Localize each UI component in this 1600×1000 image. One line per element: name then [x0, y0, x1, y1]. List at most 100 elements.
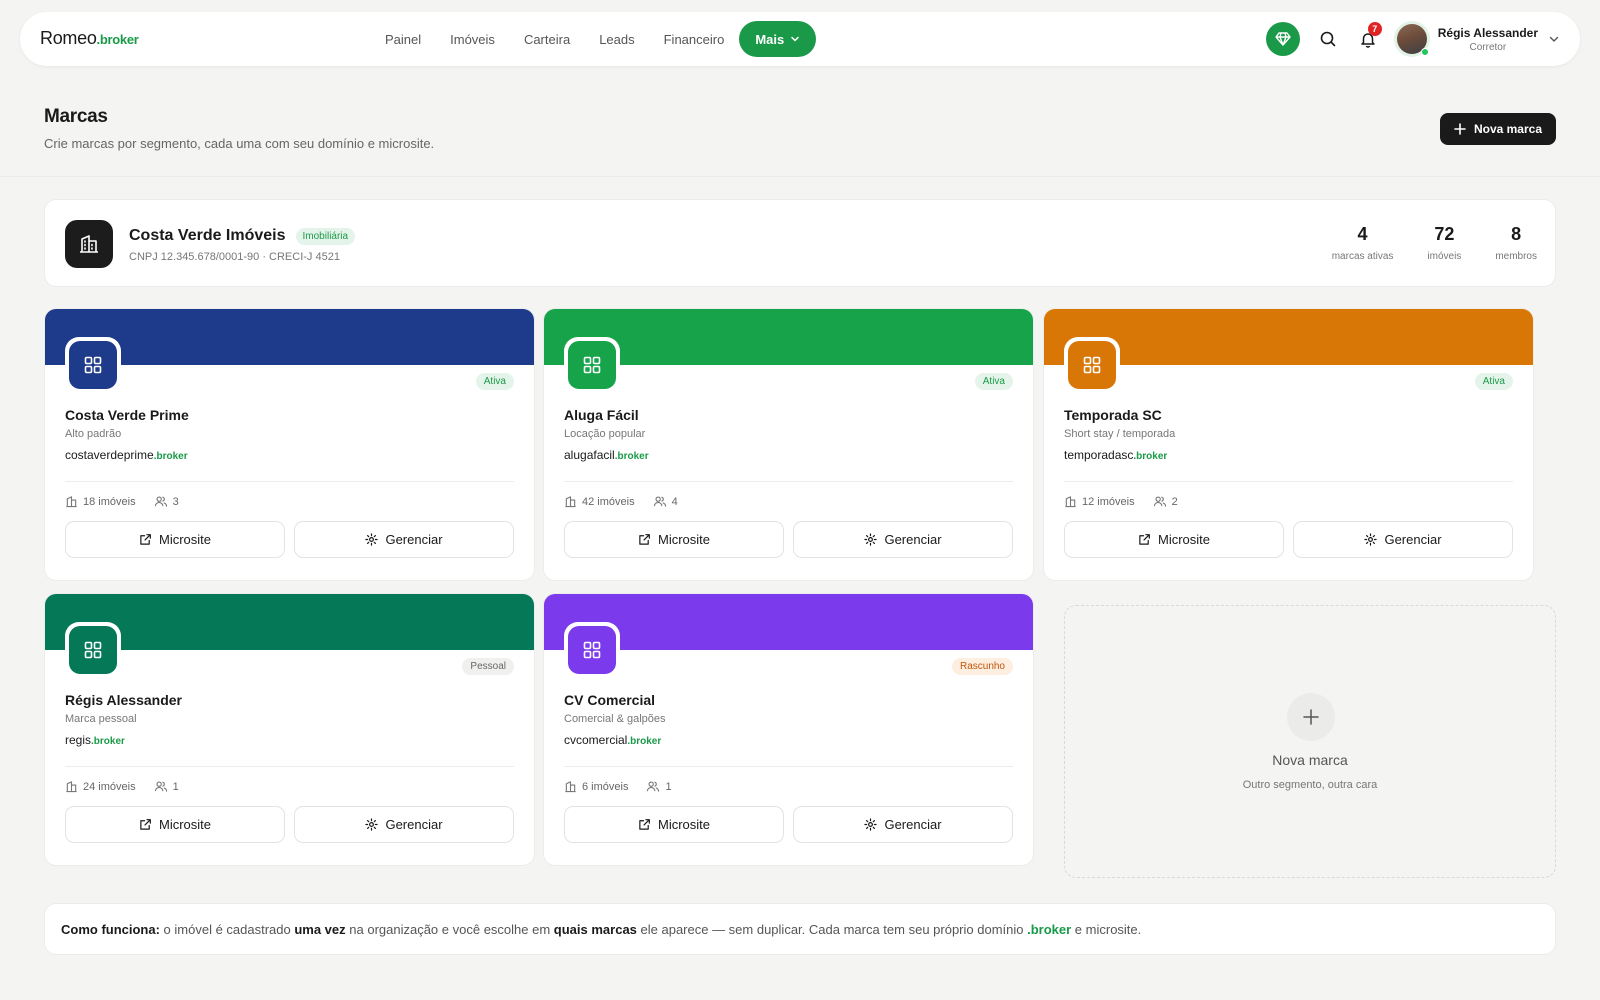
microsite-button[interactable]: Microsite — [65, 806, 285, 843]
grid-icon — [69, 341, 117, 389]
microsite-button[interactable]: Microsite — [564, 806, 784, 843]
brand-properties-count: 6 imóveis — [564, 780, 628, 793]
brand-actions: Microsite Gerenciar — [564, 521, 1013, 558]
brand-domain[interactable]: cvcomercial.broker — [564, 733, 661, 747]
microsite-button[interactable]: Microsite — [564, 521, 784, 558]
users-icon — [154, 781, 167, 792]
organization-type-badge: Imobiliária — [295, 227, 356, 245]
manage-button[interactable]: Gerenciar — [793, 521, 1013, 558]
how-it-works-note: Como funciona: o imóvel é cadastrado uma… — [44, 903, 1556, 955]
users-icon — [154, 496, 167, 507]
building-icon — [66, 781, 77, 793]
brand-icon-wrap — [564, 337, 620, 393]
search-button[interactable] — [1314, 25, 1342, 53]
external-link-icon — [140, 534, 151, 545]
app-logo[interactable]: Romeo.broker — [40, 28, 139, 49]
user-info[interactable]: Régis Alessander Corretor — [1438, 26, 1538, 53]
new-brand-card-title: Nova marca — [1272, 752, 1348, 768]
brand-name: Temporada SC — [1064, 407, 1162, 423]
manage-button[interactable]: Gerenciar — [793, 806, 1013, 843]
brand-domain[interactable]: regis.broker — [65, 733, 125, 747]
brand-segment: Marca pessoal — [65, 713, 137, 725]
brand-properties-count: 42 imóveis — [564, 495, 635, 508]
plus-icon — [1287, 693, 1335, 741]
notification-badge: 7 — [1367, 22, 1382, 36]
nav-more-button[interactable]: Mais — [739, 21, 817, 57]
brand-stats: 18 imóveis 3 — [65, 495, 197, 508]
stat-label: membros — [1495, 251, 1537, 262]
how-text-3: ele aparece — sem duplicar. Cada marca t… — [636, 921, 1028, 937]
organization-stats: 4 marcas ativas 72 imóveis 8 membros — [1332, 224, 1537, 262]
brand-card: Pessoal Régis Alessander Marca pessoal r… — [44, 593, 535, 866]
brand-status-badge: Pessoal — [462, 658, 514, 675]
brand-card: Ativa Temporada SC Short stay / temporad… — [1043, 308, 1534, 581]
organization-name-text: Costa Verde Imóveis — [129, 227, 286, 244]
brand-stats: 6 imóveis 1 — [564, 780, 690, 793]
stat-properties: 72 imóveis — [1427, 224, 1461, 262]
microsite-button[interactable]: Microsite — [1064, 521, 1284, 558]
brand-domain[interactable]: alugafacil.broker — [564, 448, 649, 462]
brand-properties-count: 12 imóveis — [1064, 495, 1135, 508]
building-icon — [565, 496, 576, 508]
new-brand-label: Nova marca — [1473, 122, 1542, 136]
brand-icon-wrap — [1064, 337, 1120, 393]
brand-divider — [65, 766, 514, 767]
notifications-button[interactable]: 7 — [1354, 22, 1382, 53]
online-status-dot — [1420, 48, 1429, 56]
users-icon — [653, 496, 666, 507]
nav-item-leads[interactable]: Leads — [599, 32, 634, 47]
brand-stats: 24 imóveis 1 — [65, 780, 197, 793]
gear-icon — [365, 533, 379, 546]
nav-item-carteira[interactable]: Carteira — [524, 32, 570, 47]
manage-button[interactable]: Gerenciar — [294, 521, 514, 558]
brand-actions: Microsite Gerenciar — [564, 806, 1013, 843]
how-label: Como funciona: — [61, 921, 160, 937]
brand-properties-count: 18 imóveis — [65, 495, 136, 508]
brand-domain[interactable]: temporadasc.broker — [1064, 448, 1167, 462]
stat-value: 72 — [1434, 224, 1455, 244]
manage-button[interactable]: Gerenciar — [1293, 521, 1513, 558]
how-text-2: na organização e você escolhe em — [345, 921, 554, 937]
brand-status-badge: Ativa — [475, 373, 514, 390]
brand-divider — [564, 766, 1013, 767]
nav-more-label: Mais — [755, 31, 785, 47]
how-text-4: e microsite. — [1071, 921, 1142, 937]
grid-icon — [568, 341, 616, 389]
building-icon — [65, 220, 113, 268]
top-navbar: Romeo.broker Painel Imóveis Carteira Lea… — [20, 12, 1580, 66]
user-name: Régis Alessander — [1437, 25, 1538, 40]
users-icon — [1153, 496, 1166, 507]
brand-card: Rascunho CV Comercial Comercial & galpõe… — [543, 593, 1034, 866]
brand-status-badge: Ativa — [974, 373, 1013, 390]
header-divider — [0, 176, 1600, 177]
new-brand-card[interactable]: Nova marca Outro segmento, outra cara — [1064, 605, 1556, 878]
brand-divider — [65, 481, 514, 482]
grid-icon — [568, 626, 616, 674]
organization-name: Costa Verde Imóveis Imobiliária — [129, 227, 356, 245]
stat-value: 8 — [1511, 224, 1522, 244]
grid-icon — [69, 626, 117, 674]
nav-item-financeiro[interactable]: Financeiro — [664, 32, 725, 47]
premium-button[interactable] — [1265, 22, 1300, 56]
building-icon — [565, 781, 576, 793]
gear-icon — [365, 818, 379, 831]
manage-button[interactable]: Gerenciar — [294, 806, 514, 843]
avatar[interactable] — [1393, 21, 1430, 57]
brand-domain[interactable]: costaverdeprime.broker — [65, 448, 188, 462]
brand-name: Costa Verde Prime — [65, 407, 189, 423]
nav-item-imoveis[interactable]: Imóveis — [450, 32, 495, 47]
grid-icon — [1068, 341, 1116, 389]
microsite-button[interactable]: Microsite — [65, 521, 285, 558]
brand-properties-count: 24 imóveis — [65, 780, 136, 793]
chevron-down-icon[interactable] — [1548, 33, 1560, 45]
brand-actions: Microsite Gerenciar — [65, 521, 514, 558]
gear-icon — [864, 818, 878, 831]
brand-status-badge: Rascunho — [951, 658, 1013, 675]
brand-name: CV Comercial — [564, 692, 656, 708]
organization-meta: CNPJ 12.345.678/0001-90 · CRECI-J 4521 — [129, 251, 340, 263]
nav-item-painel[interactable]: Painel — [385, 32, 421, 47]
brand-segment: Short stay / temporada — [1064, 428, 1176, 440]
new-brand-button[interactable]: Nova marca — [1439, 113, 1556, 145]
external-link-icon — [1139, 534, 1150, 545]
users-icon — [647, 781, 660, 792]
